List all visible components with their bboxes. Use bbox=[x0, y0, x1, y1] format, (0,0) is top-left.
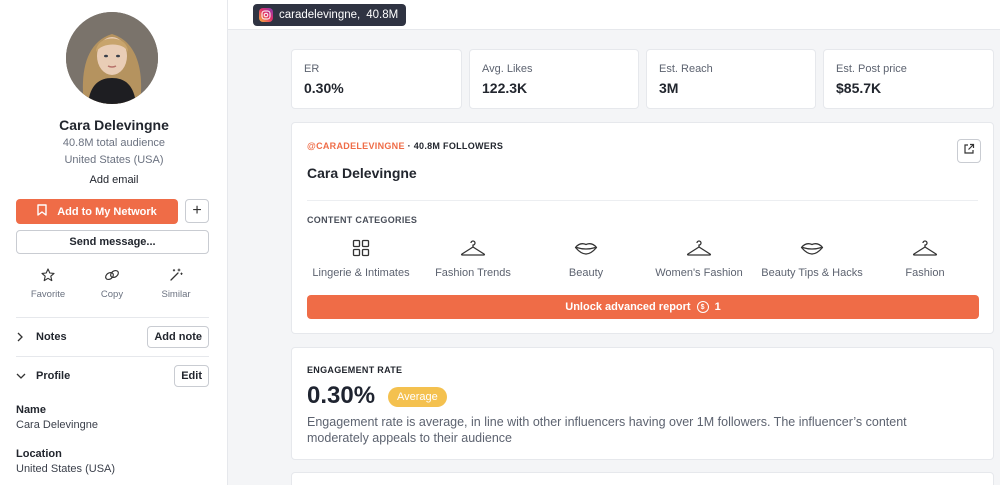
stat-avg-likes: Avg. Likes 122.3K bbox=[469, 49, 639, 109]
category-label: Fashion Trends bbox=[435, 267, 511, 279]
account-chip[interactable]: caradelevingne, 40.8M bbox=[253, 4, 407, 26]
overview-name: Cara Delevingne bbox=[307, 165, 417, 181]
profile-sidebar: Cara Delevingne 40.8M total audience Uni… bbox=[0, 0, 228, 485]
similar-label: Similar bbox=[161, 289, 191, 300]
stat-est-reach: Est. Reach 3M bbox=[646, 49, 816, 109]
overview-handle-line: @CARADELEVINGNE · 40.8M FOLLOWERS bbox=[307, 141, 503, 151]
stat-post-price: Est. Post price $85.7K bbox=[823, 49, 994, 109]
category-item: Fashion bbox=[869, 237, 981, 279]
avatar bbox=[66, 12, 158, 104]
category-item: Fashion Trends bbox=[417, 237, 529, 279]
stat-er: ER 0.30% bbox=[291, 49, 462, 109]
copy-label: Copy bbox=[100, 289, 124, 300]
profile-label: Profile bbox=[36, 370, 71, 382]
open-external-button[interactable] bbox=[957, 139, 981, 163]
unlock-report-button[interactable]: Unlock advanced report $ 1 bbox=[307, 295, 979, 319]
add-email-link[interactable]: Add email bbox=[0, 174, 228, 186]
stat-label: Est. Post price bbox=[836, 63, 907, 75]
category-item: Lingerie & Intimates bbox=[305, 237, 417, 279]
stat-label: Avg. Likes bbox=[482, 63, 533, 75]
category-label: Beauty bbox=[568, 267, 604, 279]
add-note-button[interactable]: Add note bbox=[147, 326, 209, 348]
star-icon bbox=[16, 266, 80, 284]
notes-label: Notes bbox=[36, 331, 67, 343]
favorite-button[interactable]: Favorite bbox=[16, 266, 80, 300]
category-item: Beauty Tips & Hacks bbox=[756, 237, 868, 279]
engagement-badge: Average bbox=[388, 387, 447, 407]
magic-wand-icon bbox=[144, 266, 208, 284]
account-followers: 40.8M bbox=[366, 9, 399, 21]
engagement-description: Engagement rate is average, in line with… bbox=[307, 415, 907, 445]
lips-icon bbox=[530, 237, 642, 259]
add-to-network-label: Add to My Network bbox=[57, 205, 157, 218]
name-field-label: Name bbox=[16, 404, 46, 416]
overview-followers: · 40.8M FOLLOWERS bbox=[407, 141, 504, 151]
notes-section-row[interactable]: Notes Add note bbox=[16, 325, 209, 349]
name-field-value: Cara Delevingne bbox=[16, 419, 98, 431]
engagement-title: ENGAGEMENT RATE bbox=[307, 365, 403, 375]
instagram-icon bbox=[259, 8, 273, 22]
profile-section-row[interactable]: Profile Edit bbox=[16, 364, 209, 388]
content-categories-title: CONTENT CATEGORIES bbox=[307, 215, 418, 225]
stat-label: ER bbox=[304, 63, 320, 75]
external-link-icon bbox=[963, 142, 975, 160]
chevron-right-icon bbox=[16, 332, 32, 342]
total-audience: 40.8M total audience bbox=[62, 137, 166, 149]
grid-icon bbox=[305, 237, 417, 259]
stat-value: $85.7K bbox=[836, 80, 882, 96]
similar-button[interactable]: Similar bbox=[144, 266, 208, 300]
category-label: Beauty Tips & Hacks bbox=[761, 267, 863, 279]
profile-name: Cara Delevingne bbox=[59, 117, 169, 133]
category-item: Beauty bbox=[530, 237, 642, 279]
category-label: Lingerie & Intimates bbox=[312, 267, 410, 279]
unlock-report-label: Unlock advanced report bbox=[565, 301, 691, 313]
chevron-down-icon bbox=[16, 372, 32, 380]
location-field-label: Location bbox=[16, 448, 62, 460]
profile-country: United States (USA) bbox=[64, 154, 164, 166]
category-item: Women's Fashion bbox=[643, 237, 755, 279]
add-to-network-button[interactable]: Add to My Network bbox=[16, 199, 178, 224]
divider bbox=[16, 317, 209, 318]
add-to-list-button[interactable]: + bbox=[185, 199, 209, 223]
bookmark-icon bbox=[37, 204, 47, 219]
overview-handle[interactable]: @CARADELEVINGNE bbox=[307, 141, 405, 151]
send-message-button[interactable]: Send message... bbox=[16, 230, 209, 254]
lips-icon bbox=[756, 237, 868, 259]
link-icon bbox=[80, 266, 144, 284]
hanger-icon bbox=[869, 237, 981, 259]
category-label: Fashion bbox=[905, 267, 945, 279]
engagement-card: ENGAGEMENT RATE 0.30% Average Engagement… bbox=[291, 347, 994, 460]
stat-value: 122.3K bbox=[482, 80, 528, 96]
edit-profile-button[interactable]: Edit bbox=[174, 365, 209, 387]
account-handle: caradelevingne, bbox=[279, 9, 361, 21]
location-field-value: United States (USA) bbox=[16, 463, 116, 475]
coin-icon: $ bbox=[696, 301, 709, 313]
stat-value: 0.30% bbox=[304, 80, 344, 96]
engagement-value: 0.30% bbox=[307, 382, 376, 409]
divider bbox=[16, 356, 209, 357]
hanger-icon bbox=[417, 237, 529, 259]
stat-value: 3M bbox=[659, 80, 679, 96]
divider bbox=[307, 200, 978, 201]
stat-label: Est. Reach bbox=[659, 63, 713, 75]
unlock-report-cost: 1 bbox=[714, 301, 721, 313]
copy-button[interactable]: Copy bbox=[80, 266, 144, 300]
favorite-label: Favorite bbox=[30, 289, 66, 300]
next-card bbox=[291, 472, 994, 485]
overview-card: @CARADELEVINGNE · 40.8M FOLLOWERS Cara D… bbox=[291, 122, 994, 334]
hanger-icon bbox=[643, 237, 755, 259]
category-label: Women's Fashion bbox=[655, 267, 743, 279]
